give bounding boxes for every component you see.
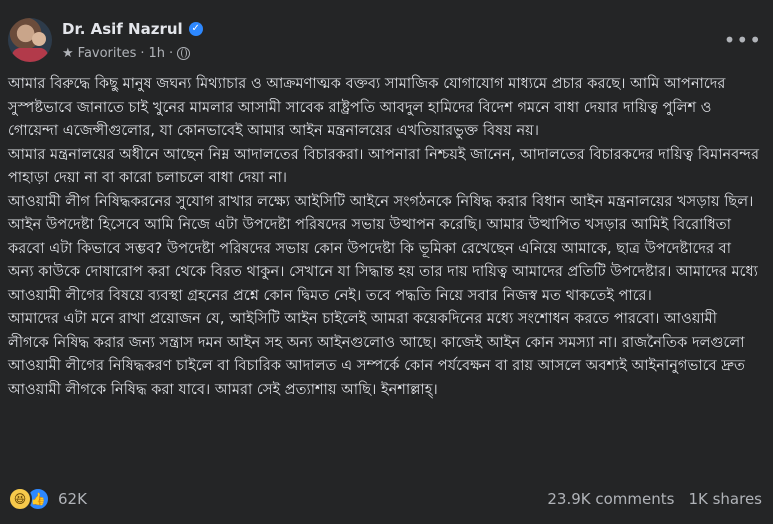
post-meta: ★ Favorites · 1h · — [62, 44, 191, 62]
post-header: Dr. Asif Nazrul ✓ ★ Favorites · 1h · ••• — [8, 18, 768, 68]
post-time[interactable]: 1h — [149, 46, 166, 61]
facebook-post: Dr. Asif Nazrul ✓ ★ Favorites · 1h · •••… — [0, 0, 773, 524]
reaction-count[interactable]: 62K — [58, 490, 87, 508]
post-paragraph: আওয়ামী লীগ নিষিদ্ধকরনের সুযোগ রাখার লক্… — [8, 192, 758, 304]
shares-count[interactable]: 1K shares — [688, 490, 762, 508]
post-paragraph: আমার মন্ত্রনালয়ের অধীনে আছেন নিম্ন আদাল… — [8, 145, 760, 187]
post-footer: 😆 👍 62K 23.9K comments 1K shares — [8, 485, 768, 513]
more-horizontal-icon: ••• — [723, 28, 762, 52]
meta-separator: · — [169, 45, 174, 61]
post-stats: 23.9K comments 1K shares — [547, 490, 768, 508]
haha-icon: 😆 — [8, 487, 32, 511]
verified-badge-icon: ✓ — [188, 22, 203, 36]
post-paragraph: আমার বিরুদ্ধে কিছু মানুষ জঘন্য মিথ্যাচার… — [8, 75, 726, 139]
avatar-shirt — [12, 48, 48, 62]
more-options-button[interactable]: ••• — [724, 28, 762, 52]
avatar-face — [32, 32, 46, 46]
post-body: আমার বিরুদ্ধে কিছু মানুষ জঘন্য মিথ্যাচার… — [8, 72, 760, 401]
author-name[interactable]: Dr. Asif Nazrul — [62, 20, 183, 38]
comments-count[interactable]: 23.9K comments — [547, 490, 674, 508]
meta-separator: · — [140, 45, 145, 61]
author-name-row: Dr. Asif Nazrul ✓ — [62, 18, 203, 40]
reactions-summary[interactable]: 😆 👍 62K — [8, 487, 87, 511]
star-icon: ★ — [62, 45, 74, 61]
audience-label[interactable]: Favorites — [78, 46, 137, 61]
post-paragraph: আমাদের এটা মনে রাখা প্রয়োজন যে, আইসিটি … — [8, 310, 745, 398]
globe-icon — [177, 46, 191, 60]
author-avatar[interactable] — [8, 18, 52, 62]
